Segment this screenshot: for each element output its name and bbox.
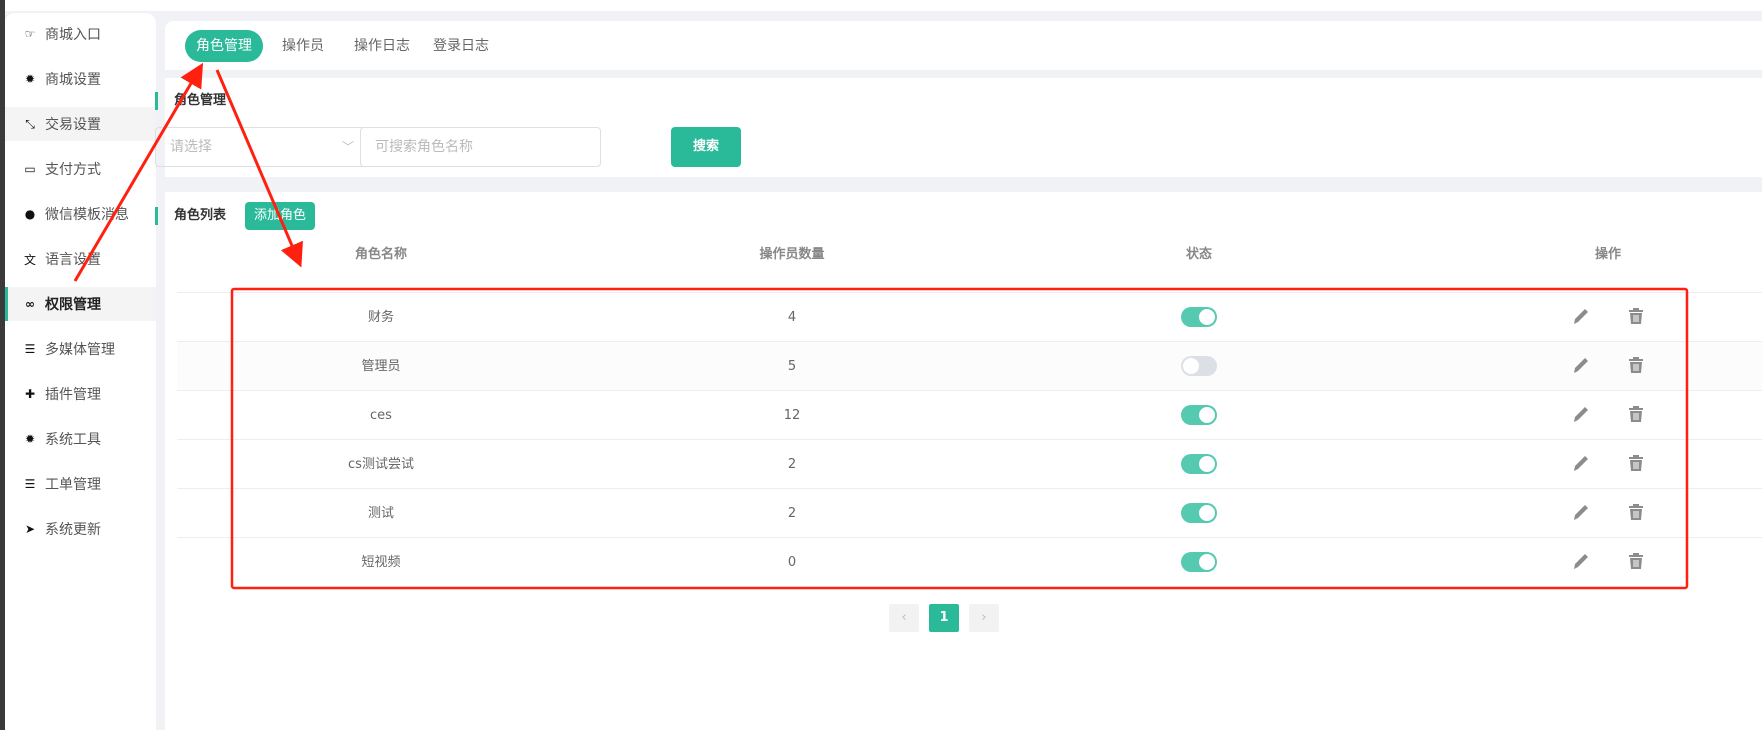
edit-icon[interactable]	[1570, 550, 1592, 574]
status-toggle[interactable]	[1181, 405, 1217, 425]
sidebar-item[interactable]: ⤡ 交易设置	[5, 107, 156, 141]
pointing-hand-icon: ☞	[24, 27, 36, 41]
sidebar-item[interactable]: ☰ 多媒体管理	[5, 332, 156, 366]
sidebar-item-label: 系统更新	[45, 522, 101, 538]
gear-icon: ✹	[24, 432, 36, 446]
status-toggle[interactable]	[1181, 356, 1217, 376]
role-name: ces	[370, 408, 392, 423]
status-toggle[interactable]	[1181, 307, 1217, 327]
list-icon: ☰	[24, 477, 36, 491]
pagination-prev-button[interactable]: ‹	[889, 604, 919, 632]
edit-icon[interactable]	[1570, 354, 1592, 378]
sidebar-item-label: 支付方式	[45, 162, 101, 178]
column-header-status: 状态	[1185, 247, 1213, 262]
top-bar	[5, 0, 1762, 11]
section-title: 角色管理	[155, 92, 226, 110]
table-row: ces 12	[177, 390, 1762, 439]
sidebar-item[interactable]: ☰ 工单管理	[5, 467, 156, 501]
edit-icon[interactable]	[1570, 305, 1592, 329]
sidebar-item[interactable]: ✹ 商城设置	[5, 62, 156, 96]
tab-operators[interactable]: 操作员	[282, 30, 324, 62]
wechat-icon: ●	[24, 207, 36, 221]
role-name: 测试	[367, 506, 395, 521]
exchange-icon: ⤡	[25, 116, 35, 131]
tab-bar: 角色管理 操作员 操作日志 登录日志	[165, 21, 1762, 70]
role-name: 财务	[367, 310, 395, 325]
role-name-search-input[interactable]	[360, 127, 601, 167]
sidebar-item-label: 工单管理	[45, 477, 101, 493]
sidebar-item[interactable]: ⽂语言设置	[5, 242, 156, 276]
tab-login-log[interactable]: 登录日志	[433, 30, 489, 62]
operator-count: 0	[787, 555, 797, 570]
sidebar-item-label: 商城设置	[45, 72, 101, 88]
table-row: cs测试尝试 2	[177, 439, 1762, 488]
chevron-down-icon: ﹀	[341, 140, 354, 154]
table-row: 管理员 5	[177, 341, 1762, 390]
trash-icon[interactable]	[1625, 550, 1647, 574]
puzzle-icon: ✚	[24, 387, 36, 401]
sidebar-item-label: 语言设置	[45, 252, 101, 268]
trash-icon[interactable]	[1625, 403, 1647, 427]
column-header-actions: 操作	[1594, 247, 1622, 262]
role-name: 管理员	[361, 359, 401, 374]
sidebar-item[interactable]: ✹ 系统工具	[5, 422, 156, 456]
trash-icon[interactable]	[1625, 354, 1647, 378]
status-toggle[interactable]	[1181, 552, 1217, 572]
operator-count: 5	[787, 359, 797, 374]
operator-count: 2	[787, 457, 797, 472]
gear-icon: ✹	[24, 72, 36, 86]
section-title: 角色列表	[155, 207, 226, 225]
sidebar-item[interactable]: ➤ 系统更新	[5, 512, 156, 546]
pagination-page-1[interactable]: 1	[929, 604, 959, 632]
gamepad-icon: ∞	[25, 297, 35, 311]
tab-role-management[interactable]: 角色管理	[185, 30, 263, 62]
sidebar-item-label: 多媒体管理	[45, 342, 115, 358]
sidebar-item[interactable]: ✚ 插件管理	[5, 377, 156, 411]
sidebar: ☞ 商城入口 ✹ 商城设置 ⤡ 交易设置 ▭ 支付方式 ● 微信模板消息⽂语言设置 ∞ 权限管理 ☰ 多媒…	[5, 13, 156, 730]
trash-icon[interactable]	[1625, 452, 1647, 476]
credit-card-icon: ▭	[24, 162, 36, 176]
tab-operation-log[interactable]: 操作日志	[354, 30, 410, 62]
edit-icon[interactable]	[1570, 403, 1592, 427]
role-list-panel: 角色列表 添加角色 角色名称 操作员数量 状态 操作 财务 4 管理员 5 ce…	[155, 192, 1762, 730]
sidebar-item-label: 系统工具	[45, 432, 101, 448]
select-placeholder: 请选择	[170, 139, 212, 155]
trash-icon[interactable]	[1625, 305, 1647, 329]
table-row: 测试 2	[177, 488, 1762, 537]
role-select[interactable]: 请选择 ﹀	[155, 127, 367, 167]
operator-count: 2	[787, 506, 797, 521]
trash-icon[interactable]	[1625, 501, 1647, 525]
table-row: 财务 4	[177, 292, 1762, 341]
sidebar-item[interactable]: ∞ 权限管理	[5, 287, 156, 321]
paper-plane-icon: ➤	[24, 522, 36, 536]
edit-icon[interactable]	[1570, 501, 1592, 525]
search-panel: 角色管理 请选择 ﹀ 搜索	[155, 78, 1762, 177]
column-header-role-name: 角色名称	[354, 247, 408, 262]
sidebar-item[interactable]: ▭ 支付方式	[5, 152, 156, 186]
sidebar-item[interactable]: ☞ 商城入口	[5, 17, 156, 51]
role-name: cs测试尝试	[348, 457, 414, 472]
table-row: 短视频 0	[177, 537, 1762, 586]
edit-icon[interactable]	[1570, 452, 1592, 476]
role-name: 短视频	[361, 555, 401, 570]
column-header-operator-count: 操作员数量	[759, 247, 825, 262]
sidebar-item[interactable]: ● 微信模板消息	[5, 197, 156, 231]
list-icon: ☰	[24, 342, 36, 356]
search-button[interactable]: 搜索	[671, 127, 741, 167]
operator-count: 4	[787, 310, 797, 325]
pagination-next-button[interactable]: ›	[969, 604, 999, 632]
sidebar-item-label: 交易设置	[45, 117, 101, 133]
status-toggle[interactable]	[1181, 503, 1217, 523]
language-icon: ⽂	[23, 252, 36, 267]
add-role-button[interactable]: 添加角色	[245, 202, 315, 230]
operator-count: 12	[783, 408, 801, 423]
sidebar-item-label: 商城入口	[45, 27, 101, 43]
sidebar-item-label: 插件管理	[45, 387, 101, 403]
sidebar-item-label: 微信模板消息	[45, 207, 129, 223]
status-toggle[interactable]	[1181, 454, 1217, 474]
sidebar-item-label: 权限管理	[45, 297, 101, 313]
